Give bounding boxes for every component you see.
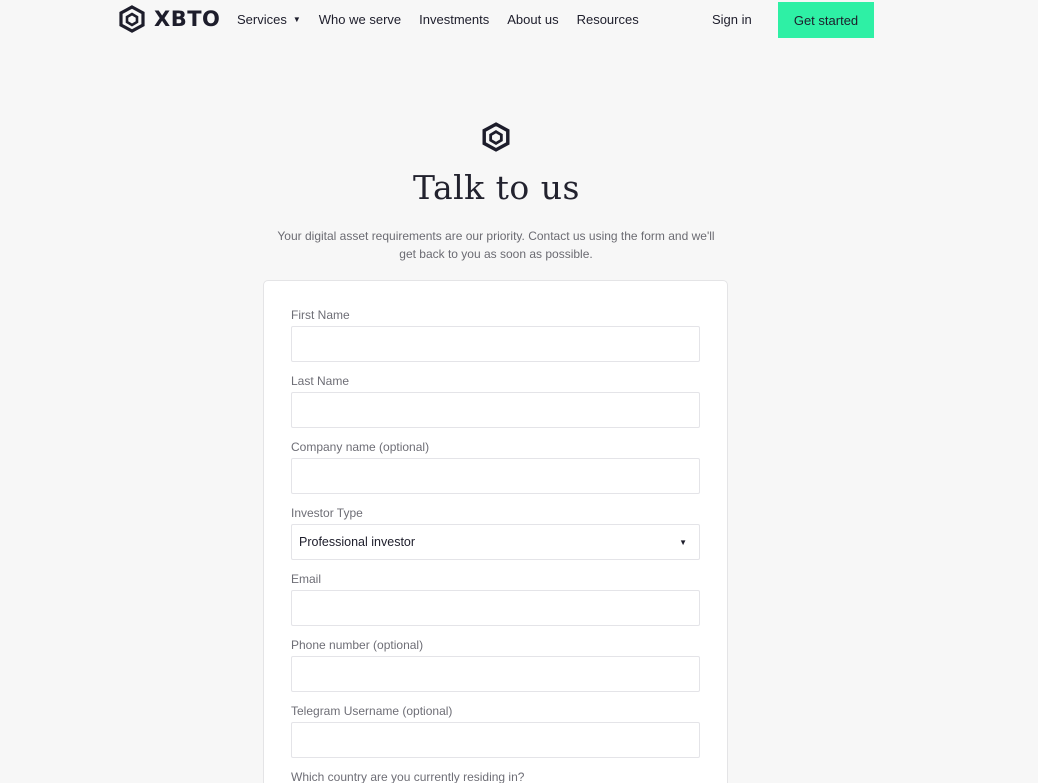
brand-logo[interactable]: XBTO bbox=[118, 4, 220, 34]
nav-who-we-serve[interactable]: Who we serve bbox=[319, 12, 401, 27]
nav-resources[interactable]: Resources bbox=[577, 12, 639, 27]
last-name-label: Last Name bbox=[291, 374, 350, 388]
caret-down-icon: ▼ bbox=[292, 15, 301, 24]
xbto-logo-icon bbox=[118, 5, 146, 33]
investor-type-value: Professional investor bbox=[299, 535, 416, 549]
last-name-field[interactable] bbox=[291, 392, 700, 428]
email-label: Email bbox=[291, 572, 322, 586]
xbto-logo-icon bbox=[481, 122, 511, 152]
telegram-field[interactable] bbox=[291, 722, 700, 758]
page-subtitle: Your digital asset requirements are our … bbox=[277, 229, 715, 261]
company-name-label: Company name (optional) bbox=[291, 440, 430, 454]
phone-field[interactable] bbox=[291, 656, 700, 692]
first-name-field[interactable] bbox=[291, 326, 700, 362]
top-nav: XBTO Services ▼ Who we serve Investments… bbox=[0, 0, 1038, 40]
page: XBTO Services ▼ Who we serve Investments… bbox=[0, 0, 1038, 783]
first-name-label: First Name bbox=[291, 308, 350, 322]
sign-in-link[interactable]: Sign in bbox=[712, 12, 752, 27]
contact-form: First Name Last Name Company name (optio… bbox=[263, 280, 728, 783]
get-started-button[interactable]: Get started bbox=[778, 2, 874, 38]
brand-name: XBTO bbox=[154, 7, 221, 31]
telegram-label: Telegram Username (optional) bbox=[291, 704, 453, 718]
investor-type-select[interactable]: Professional investor ▼ bbox=[291, 524, 700, 560]
investor-type-label: Investor Type bbox=[291, 506, 363, 520]
nav-services-label: Services bbox=[237, 12, 287, 27]
page-title: Talk to us bbox=[413, 168, 580, 207]
nav-about-us[interactable]: About us bbox=[507, 12, 558, 27]
nav-investments[interactable]: Investments bbox=[419, 12, 489, 27]
main-nav: Services ▼ Who we serve Investments Abou… bbox=[237, 12, 657, 27]
caret-down-icon: ▼ bbox=[679, 537, 687, 547]
company-name-field[interactable] bbox=[291, 458, 700, 494]
phone-label: Phone number (optional) bbox=[291, 638, 424, 652]
country-label: Which country are you currently residing… bbox=[291, 770, 525, 783]
email-field[interactable] bbox=[291, 590, 700, 626]
nav-services[interactable]: Services ▼ bbox=[237, 12, 301, 27]
